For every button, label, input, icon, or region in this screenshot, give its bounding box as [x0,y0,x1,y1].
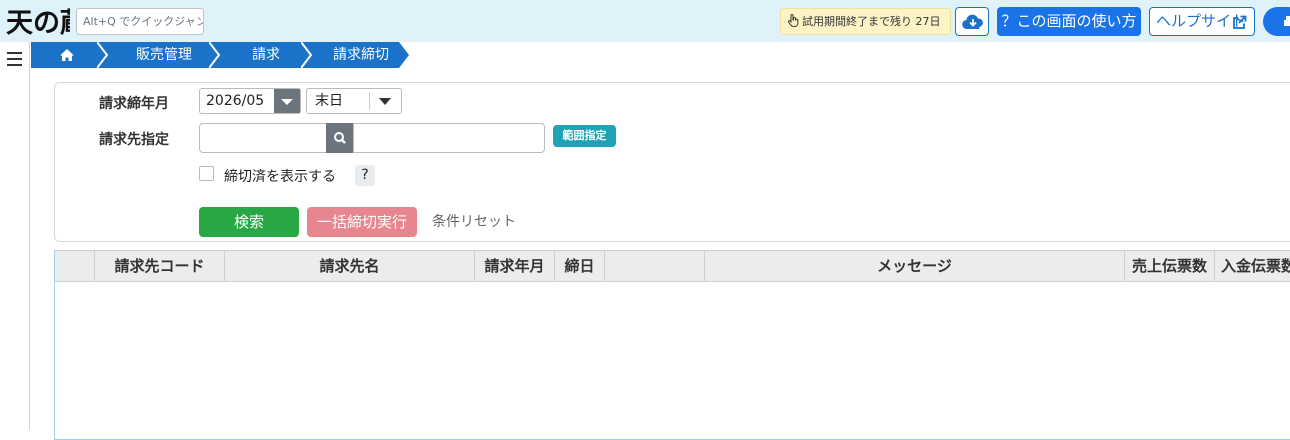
search-button[interactable]: 検索 [199,207,299,237]
result-grid: 請求先コード 請求先名 請求年月 締日 メッセージ 売上伝票数 入金伝票数 [54,250,1290,440]
quick-jump-input[interactable]: Alt+Q でクイックジャンプ [76,8,204,35]
closing-month-value: 2026/05 [206,93,265,109]
chevron-down-icon [281,99,293,105]
bulk-close-button[interactable]: 一括締切実行 [307,207,417,237]
grid-header: 請求先コード 請求先名 請求年月 締日 メッセージ 売上伝票数 入金伝票数 [55,251,1290,282]
breadcrumb-item-billing-close: 請求締切 [301,42,411,68]
column-header-customer-name[interactable]: 請求先名 [225,251,475,282]
hamburger-menu-icon[interactable] [7,52,22,66]
column-header-payment-slips[interactable]: 入金伝票数 [1215,251,1290,282]
reset-link[interactable]: 条件リセット [432,207,516,237]
select-divider [369,92,370,110]
search-icon [334,132,346,144]
home-icon [60,49,74,61]
hand-pointer-icon [787,11,800,27]
customer-label: 請求先指定 [99,132,169,148]
closing-day-value: 末日 [315,93,343,109]
customer-code-input[interactable] [199,123,327,153]
closing-month-dropdown-button[interactable] [274,89,300,113]
column-header-blank[interactable] [605,251,705,282]
breadcrumb-label: 請求締切 [333,47,389,63]
trial-notice: 試用期間終了まで残り 27日 [780,8,951,35]
print-button[interactable] [1263,7,1290,36]
svg-text:天の蔵: 天の蔵 [6,8,70,39]
closing-month-label: 請求締年月 [99,96,169,112]
closing-month-select[interactable]: 2026/05 [199,88,301,114]
show-closed-label[interactable]: 締切済を表示する [224,166,336,186]
breadcrumb-label: 販売管理 [136,47,192,63]
column-header-closing-day[interactable]: 締日 [555,251,605,282]
print-icon [1284,16,1290,26]
customer-search-button[interactable] [326,123,354,153]
range-button[interactable]: 範囲指定 [553,125,616,147]
column-header-customer-code[interactable]: 請求先コード [95,251,225,282]
column-header-sales-slips[interactable]: 売上伝票数 [1125,251,1215,282]
column-header-message[interactable]: メッセージ [705,251,1125,282]
help-question-button[interactable]: ? [355,165,375,186]
caret-down-icon [379,98,391,105]
trial-notice-text: 試用期間終了まで残り 27日 [802,15,941,28]
cloud-download-button[interactable] [955,7,989,36]
howto-button[interactable]: ？この画面の使い方 [997,7,1141,36]
top-bar: 天の蔵 Alt+Q でクイックジャンプ 試用期間終了まで残り 27日 ？この画面… [0,0,1290,42]
show-closed-checkbox[interactable] [199,166,214,181]
customer-name-field[interactable] [353,123,545,153]
breadcrumb-item-sales[interactable]: 販売管理 [97,42,221,68]
side-rail [0,42,30,430]
breadcrumb-label: 請求 [252,47,280,63]
column-header-select[interactable] [55,251,95,282]
app-logo[interactable]: 天の蔵 [6,3,87,39]
cloud-download-icon [962,14,983,30]
column-header-billing-month[interactable]: 請求年月 [475,251,555,282]
external-link-icon [1233,15,1247,29]
closing-day-select[interactable]: 末日 [306,88,402,114]
help-site-button[interactable]: ヘルプサイト [1149,7,1255,36]
breadcrumb-item-billing[interactable]: 請求 [209,42,313,68]
